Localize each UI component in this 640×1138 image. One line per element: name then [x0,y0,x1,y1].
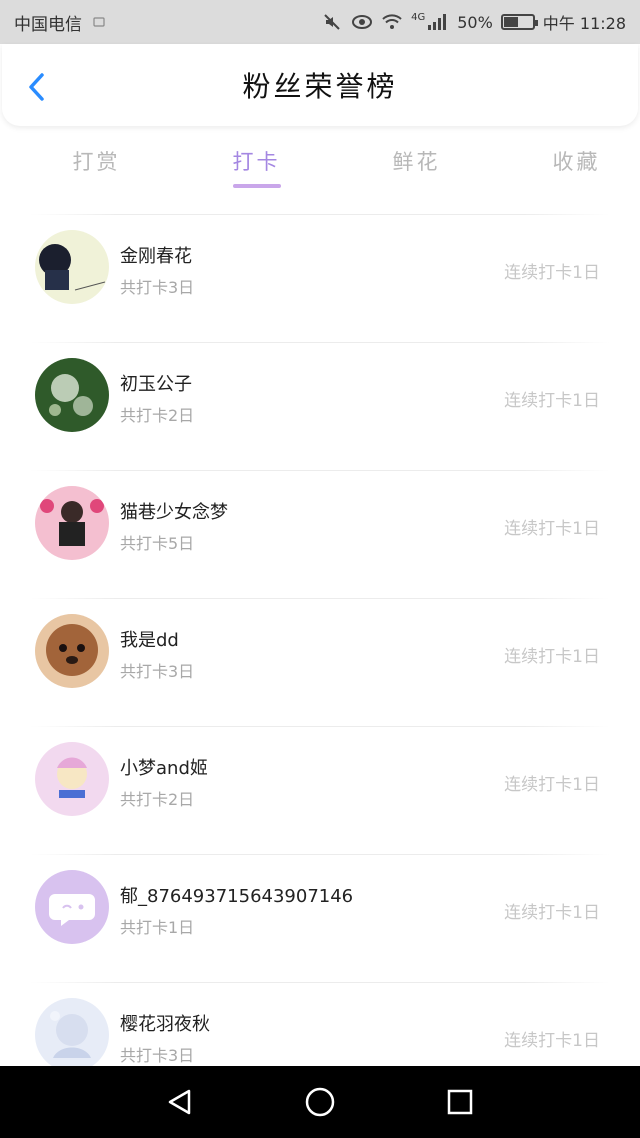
list-item[interactable]: 金刚春花 共打卡3日 连续打卡1日 [0,215,640,342]
notification-icon [88,11,110,33]
user-name: 樱花羽夜秋 [120,1014,210,1035]
total-checkins: 共打卡1日 [120,918,195,937]
tab-checkin[interactable]: 打卡 [193,140,320,196]
tab-label: 打卡 [232,150,281,174]
user-name: 我是dd [120,630,179,651]
top-header: 粉丝荣誉榜 [2,44,638,126]
triangle-back-icon [168,1089,191,1115]
mute-icon [321,11,343,33]
streak-checkins: 连续打卡1日 [504,903,600,923]
nav-back-button[interactable] [160,1082,200,1122]
user-name: 郁_876493715643907146 [120,886,354,907]
user-name: 金刚春花 [120,246,192,267]
nav-home-button[interactable] [300,1082,340,1122]
total-checkins: 共打卡3日 [120,278,195,297]
eye-icon [351,11,373,33]
total-checkins: 共打卡2日 [120,790,195,809]
signal-icon [427,11,449,33]
user-name: 猫巷少女念梦 [120,502,228,523]
battery-percent: 50% [457,12,493,32]
tab-label: 打赏 [72,150,121,174]
tab-label: 鲜花 [392,150,441,174]
page-title: 粉丝荣誉榜 [242,70,398,103]
battery-icon [500,14,538,30]
tab-favorites[interactable]: 收藏 [513,140,640,196]
carrier-label: 中国电信 [14,14,82,35]
list-item[interactable]: 我是dd 共打卡3日 连续打卡1日 [0,599,640,726]
user-name: 小梦and姬 [120,758,208,779]
network-label: 4G [411,11,426,23]
list-item[interactable]: 小梦and姬 共打卡2日 连续打卡1日 [0,727,640,854]
avatar[interactable] [35,742,109,816]
circle-home-icon [305,1087,335,1117]
streak-checkins: 连续打卡1日 [504,519,600,539]
chevron-left-icon [29,73,44,101]
tab-reward[interactable]: 打赏 [33,140,160,196]
tab-label: 收藏 [552,150,601,174]
avatar[interactable] [35,998,109,1072]
wifi-icon [381,11,403,33]
total-checkins: 共打卡3日 [120,662,195,681]
tab-active-indicator [232,184,281,188]
streak-checkins: 连续打卡1日 [504,1031,600,1051]
user-name: 初玉公子 [120,374,192,395]
back-button[interactable] [20,70,54,104]
avatar[interactable] [35,230,109,304]
list-item[interactable]: 初玉公子 共打卡2日 连续打卡1日 [0,343,640,470]
clock: 中午 11:28 [542,14,626,33]
total-checkins: 共打卡3日 [120,1046,195,1065]
streak-checkins: 连续打卡1日 [504,647,600,667]
square-recents-icon [447,1089,473,1115]
default-avatar-icon [35,870,109,944]
system-nav-bar [0,1066,640,1138]
tab-flowers[interactable]: 鲜花 [353,140,480,196]
ranking-list: 金刚春花 共打卡3日 连续打卡1日 初玉公子 共打卡2日 连续打卡1日 猫巷少女… [0,214,640,1110]
streak-checkins: 连续打卡1日 [504,391,600,411]
total-checkins: 共打卡2日 [120,406,195,425]
nav-recents-button[interactable] [440,1082,480,1122]
avatar[interactable] [35,614,109,688]
avatar[interactable] [35,870,109,944]
streak-checkins: 连续打卡1日 [504,263,600,283]
list-item[interactable]: 郁_876493715643907146 共打卡1日 连续打卡1日 [0,855,640,982]
avatar[interactable] [35,486,109,560]
total-checkins: 共打卡5日 [120,534,195,553]
tab-bar: 打赏 打卡 鲜花 收藏 [0,140,640,196]
list-item[interactable]: 猫巷少女念梦 共打卡5日 连续打卡1日 [0,471,640,598]
streak-checkins: 连续打卡1日 [504,775,600,795]
status-bar: 中国电信 4G 50% 中午 11:28 [0,0,640,44]
avatar[interactable] [35,358,109,432]
